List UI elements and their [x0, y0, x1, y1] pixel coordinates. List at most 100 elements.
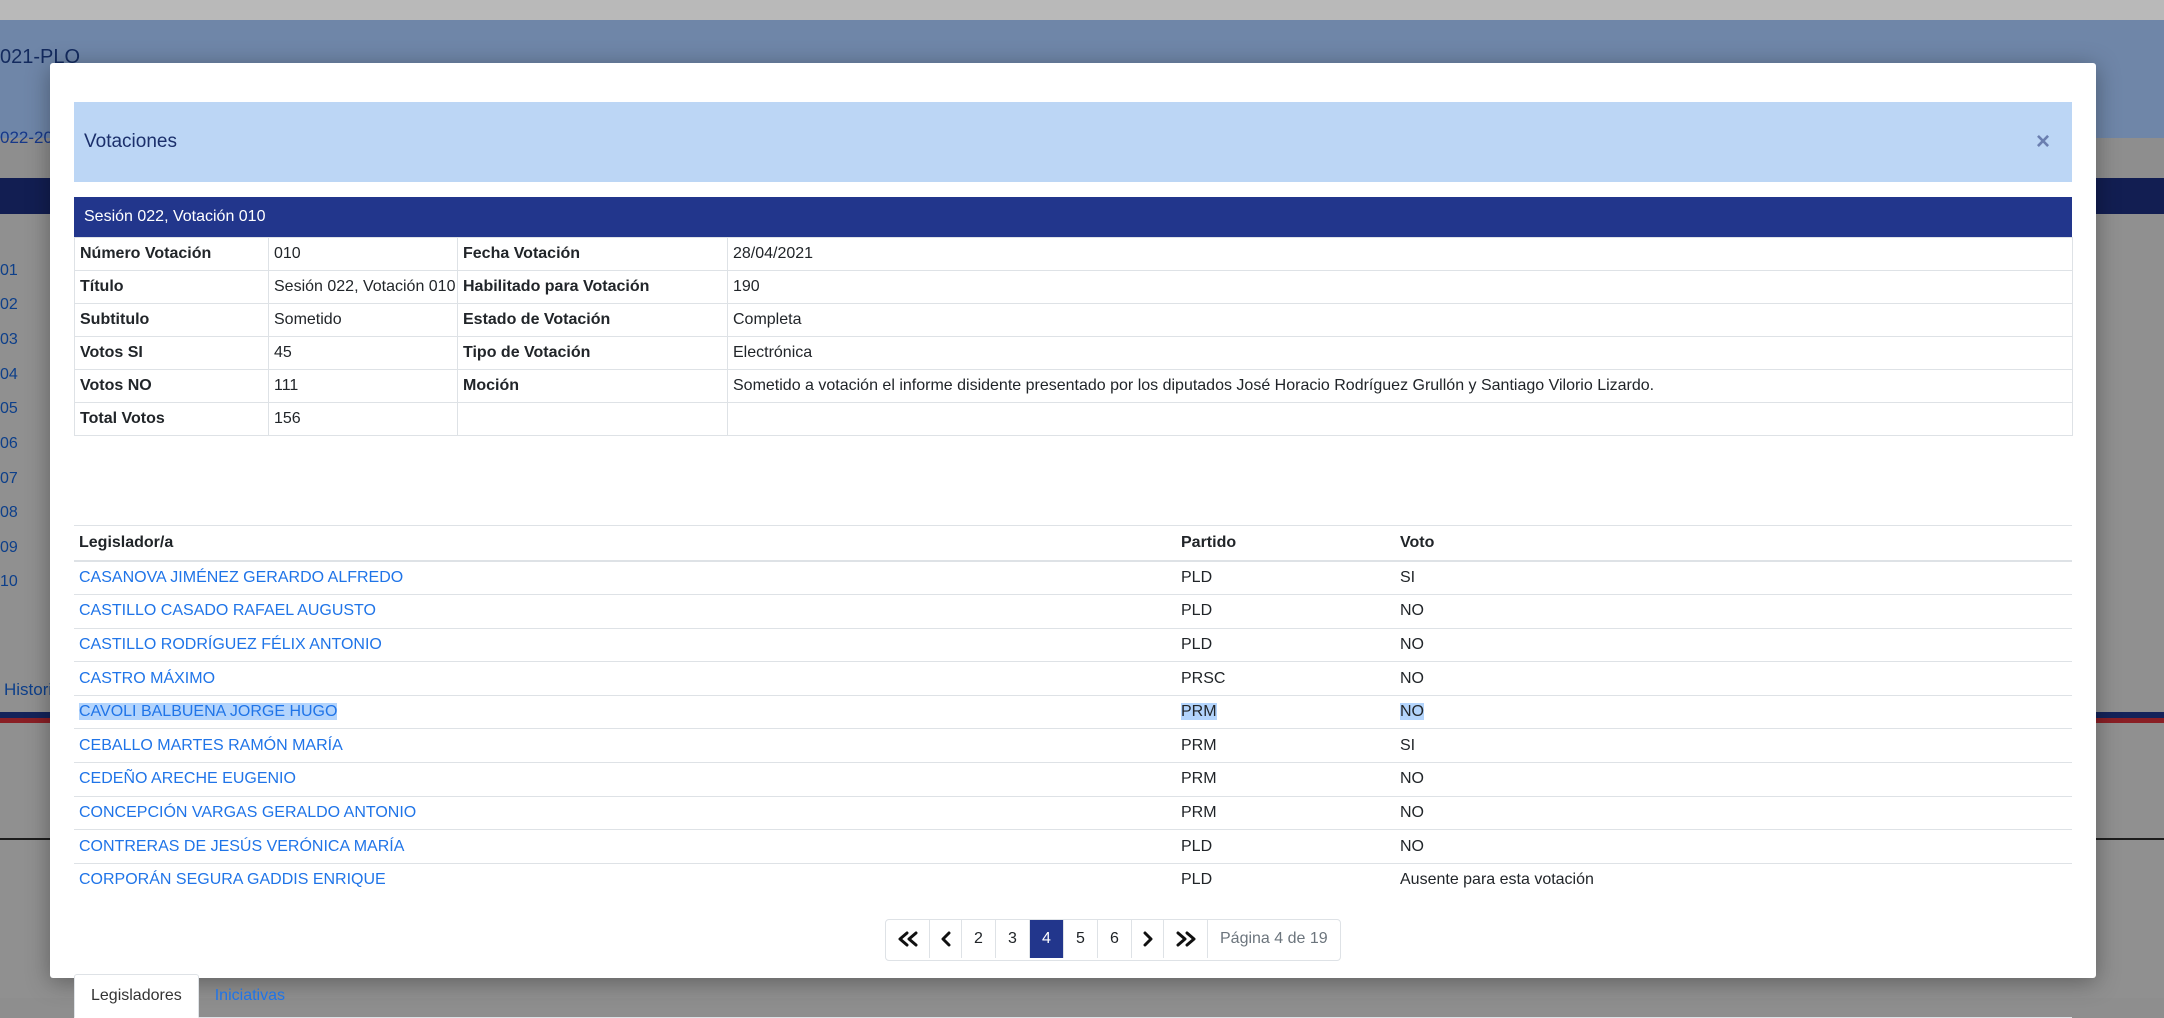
vote-info-table: Número Votación 010 Fecha Votación 28/04…	[74, 237, 2073, 436]
info-label: Fecha Votación	[457, 237, 728, 271]
column-header-party: Partido	[1176, 525, 1395, 562]
info-value: Sesión 022, Votación 010	[268, 270, 458, 304]
party-cell: PRM	[1181, 703, 1217, 721]
background-row-number[interactable]: 06	[0, 435, 18, 453]
legislator-link[interactable]: CASTILLO RODRÍGUEZ FÉLIX ANTONIO	[79, 636, 382, 653]
chevron-right-icon[interactable]	[1132, 920, 1164, 958]
info-row: Subtitulo Sometido Estado de Votación Co…	[74, 303, 2073, 337]
background-row-number[interactable]: 02	[0, 296, 18, 314]
legislator-link[interactable]: CASTILLO CASADO RAFAEL AUGUSTO	[79, 602, 376, 619]
table-header-row: Legislador/a Partido Voto	[74, 525, 2072, 562]
column-header-legislator: Legislador/a	[74, 525, 1176, 562]
legislator-link[interactable]: CONTRERAS DE JESÚS VERÓNICA MARÍA	[79, 838, 404, 855]
vote-cell: NO	[1395, 796, 2072, 831]
info-value: 111	[268, 369, 458, 403]
column-header-vote: Voto	[1395, 525, 2072, 562]
table-row: CASANOVA JIMÉNEZ GERARDO ALFREDO PLD SI	[74, 561, 2072, 596]
page-button[interactable]: 2	[962, 920, 996, 958]
double-chevron-right-icon[interactable]	[1164, 920, 1208, 958]
info-value: 010	[268, 237, 458, 271]
info-value: Sometido a votación el informe disidente…	[727, 369, 2073, 403]
info-label: Votos SI	[74, 336, 269, 370]
table-row: CORPORÁN SEGURA GADDIS ENRIQUE PLD Ausen…	[74, 863, 2072, 897]
page-button[interactable]: 3	[996, 920, 1030, 958]
legislators-table: Legislador/a Partido Voto CASANOVA JIMÉN…	[74, 525, 2072, 897]
legislator-link[interactable]: CORPORÁN SEGURA GADDIS ENRIQUE	[79, 871, 386, 888]
vote-cell: NO	[1395, 661, 2072, 696]
double-chevron-left-icon[interactable]	[886, 920, 930, 958]
legislator-link[interactable]: CAVOLI BALBUENA JORGE HUGO	[79, 703, 338, 721]
party-cell: PRM	[1176, 762, 1395, 797]
party-cell: PLD	[1181, 871, 1213, 889]
vote-cell: Ausente para esta votación	[1400, 871, 1594, 889]
info-label: Tipo de Votación	[457, 336, 728, 370]
table-row: CASTRO MÁXIMO PRSC NO	[74, 661, 2072, 696]
party-cell: PLD	[1176, 829, 1395, 864]
page-button[interactable]: 6	[1098, 920, 1132, 958]
vote-cell: NO	[1395, 594, 2072, 629]
background-row-number[interactable]: 09	[0, 539, 18, 557]
info-value: Completa	[727, 303, 2073, 337]
info-label: Moción	[457, 369, 728, 403]
table-row: CEBALLO MARTES RAMÓN MARÍA PRM SI	[74, 728, 2072, 764]
info-label: Estado de Votación	[457, 303, 728, 337]
party-cell: PLD	[1176, 628, 1395, 663]
page-info: Página 4 de 19	[1220, 930, 1328, 947]
vote-cell: NO	[1395, 628, 2072, 663]
table-row: CASTILLO RODRÍGUEZ FÉLIX ANTONIO PLD NO	[74, 628, 2072, 663]
votaciones-modal: Votaciones × Sesión 022, Votación 010 Nú…	[50, 63, 2096, 1018]
info-row: Título Sesión 022, Votación 010 Habilita…	[74, 270, 2073, 304]
background-top-strip	[0, 0, 2164, 20]
legislator-link[interactable]: CEDEÑO ARECHE EUGENIO	[79, 770, 296, 787]
background-row-number[interactable]: 04	[0, 366, 18, 384]
info-label: Votos NO	[74, 369, 269, 403]
vote-cell: SI	[1395, 561, 2072, 596]
section-title: Sesión 022, Votación 010	[84, 208, 266, 225]
table-row: CONTRERAS DE JESÚS VERÓNICA MARÍA PLD NO	[74, 829, 2072, 864]
background-row-number[interactable]: 08	[0, 504, 18, 522]
table-row: CASTILLO CASADO RAFAEL AUGUSTO PLD NO	[74, 594, 2072, 629]
party-cell: PLD	[1176, 561, 1395, 596]
info-row: Total Votos 156	[74, 402, 2073, 436]
background-row-number[interactable]: 07	[0, 470, 18, 488]
info-label: Título	[74, 270, 269, 304]
background-row-number[interactable]: 10	[0, 573, 18, 591]
info-row: Número Votación 010 Fecha Votación 28/04…	[74, 237, 2073, 271]
party-cell: PRSC	[1176, 661, 1395, 696]
tab-legisladores[interactable]: Legisladores	[74, 974, 199, 1018]
legislator-link[interactable]: CONCEPCIÓN VARGAS GERALDO ANTONIO	[79, 804, 416, 821]
table-row: CONCEPCIÓN VARGAS GERALDO ANTONIO PRM NO	[74, 796, 2072, 831]
table-row: CAVOLI BALBUENA JORGE HUGO PRM NO	[74, 695, 2072, 730]
close-icon[interactable]: ×	[2036, 130, 2050, 154]
info-row: Votos SI 45 Tipo de Votación Electrónica	[74, 336, 2073, 370]
info-row: Votos NO 111 Moción Sometido a votación …	[74, 369, 2073, 403]
background-subline: 022-20	[0, 128, 53, 147]
info-empty	[457, 402, 728, 436]
party-cell: PLD	[1176, 594, 1395, 629]
background-row-number[interactable]: 01	[0, 262, 18, 280]
table-row: CEDEÑO ARECHE EUGENIO PRM NO	[74, 762, 2072, 797]
info-label: Número Votación	[74, 237, 269, 271]
page-button[interactable]: 5	[1064, 920, 1098, 958]
info-value: Electrónica	[727, 336, 2073, 370]
page-button-current[interactable]: 4	[1030, 920, 1064, 958]
chevron-left-icon[interactable]	[930, 920, 962, 958]
vote-cell: NO	[1400, 703, 1424, 721]
info-label: Subtitulo	[74, 303, 269, 337]
background-row-number[interactable]: 05	[0, 400, 18, 418]
legislator-link[interactable]: CASANOVA JIMÉNEZ GERARDO ALFREDO	[79, 569, 403, 586]
modal-title: Votaciones	[84, 131, 177, 152]
legislator-link[interactable]: CASTRO MÁXIMO	[79, 670, 215, 687]
info-label: Total Votos	[74, 402, 269, 436]
tab-iniciativas[interactable]: Iniciativas	[199, 974, 301, 1017]
vote-cell: NO	[1395, 829, 2072, 864]
section-title-bar: Sesión 022, Votación 010	[74, 197, 2072, 237]
vote-cell: NO	[1395, 762, 2072, 797]
legislator-link[interactable]: CEBALLO MARTES RAMÓN MARÍA	[79, 737, 343, 754]
background-row-number[interactable]: 03	[0, 331, 18, 349]
info-empty	[727, 402, 2073, 436]
info-label: Habilitado para Votación	[457, 270, 728, 304]
info-value: Sometido	[268, 303, 458, 337]
info-value: 45	[268, 336, 458, 370]
pagination: 2 3 4 5 6 Página 4 de 19	[885, 919, 1341, 961]
